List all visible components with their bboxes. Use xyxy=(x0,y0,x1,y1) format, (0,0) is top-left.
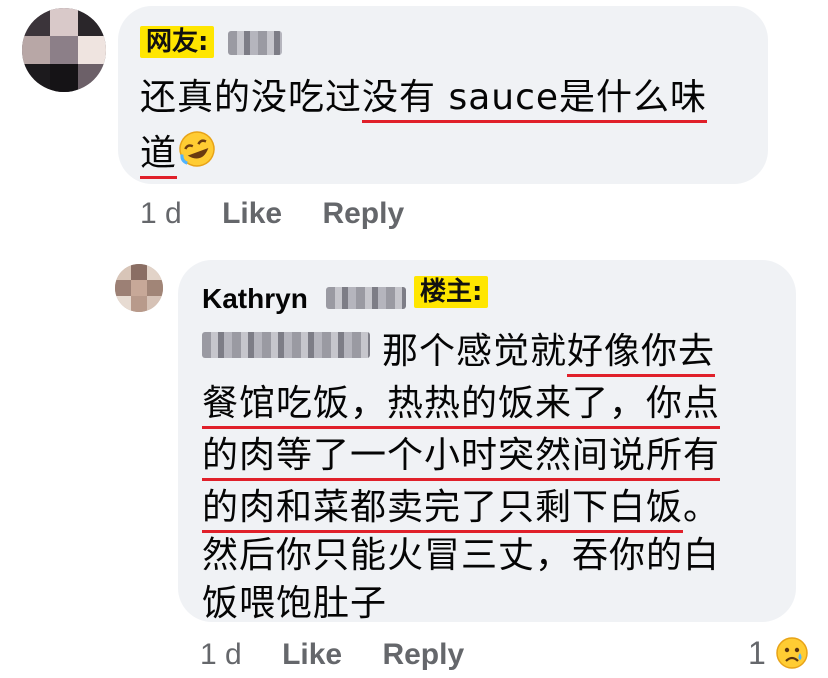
rolling-on-floor-laughing-icon xyxy=(177,129,217,178)
sad-tear-face-icon xyxy=(775,636,809,678)
reply-text-line-3: 的肉等了一个小时突然间说所有 xyxy=(202,426,721,481)
like-button[interactable]: Like xyxy=(282,638,342,671)
reply-meta: 1 d Like Reply xyxy=(200,638,464,672)
reply-text-underlined: 的肉等了一个小时突然间说所有 xyxy=(202,435,721,481)
comment-text-line-1: 还真的没吃过没有 sauce是什么味 xyxy=(140,68,708,123)
comment-meta: 1 d Like Reply xyxy=(140,197,404,231)
reaction-summary[interactable]: 1 xyxy=(748,635,809,678)
author-name[interactable]: Kathryn xyxy=(202,283,308,315)
reply-text-line-2: 餐馆吃饭，热热的饭来了，你点 xyxy=(202,374,721,429)
reply-text-line-6: 饭喂饱肚子 xyxy=(202,574,387,626)
redacted-name xyxy=(228,31,282,55)
reply-text-line-5: 然后你只能火冒三丈，吞你的白 xyxy=(202,526,720,578)
timestamp[interactable]: 1 d xyxy=(200,638,242,671)
redacted-mention xyxy=(202,332,370,358)
avatar[interactable] xyxy=(115,264,163,312)
reply-text-line-4: 的肉和菜都卖完了只剩下白饭。 xyxy=(202,478,721,533)
comment-text-line-2: 道 xyxy=(140,124,217,179)
reply-text-underlined: 餐馆吃饭，热热的饭来了，你点 xyxy=(202,383,721,429)
comment-text-underlined: 道 xyxy=(140,133,178,179)
reply-button[interactable]: Reply xyxy=(322,197,404,230)
reaction-count: 1 xyxy=(748,635,766,671)
comment-text-underlined: 没有 sauce是什么味 xyxy=(362,77,708,123)
reply-text: 那个感觉就 xyxy=(382,331,568,372)
like-button[interactable]: Like xyxy=(222,197,282,230)
reply-button[interactable]: Reply xyxy=(382,638,464,671)
reply-text: 。 xyxy=(683,487,721,528)
reply-text-underlined: 好像你去 xyxy=(567,331,716,377)
author-tag: 楼主: xyxy=(414,276,489,308)
redacted-name xyxy=(326,287,406,309)
comment-text: 还真的没吃过 xyxy=(140,77,363,118)
reply-text-line-1: 那个感觉就好像你去 xyxy=(382,322,716,377)
reply-text: 饭喂饱肚子 xyxy=(202,583,388,624)
avatar[interactable] xyxy=(22,8,106,92)
timestamp[interactable]: 1 d xyxy=(140,197,182,230)
reply-text: 然后你只能火冒三丈，吞你的白 xyxy=(202,535,721,576)
author-tag: 网友: xyxy=(140,26,215,58)
